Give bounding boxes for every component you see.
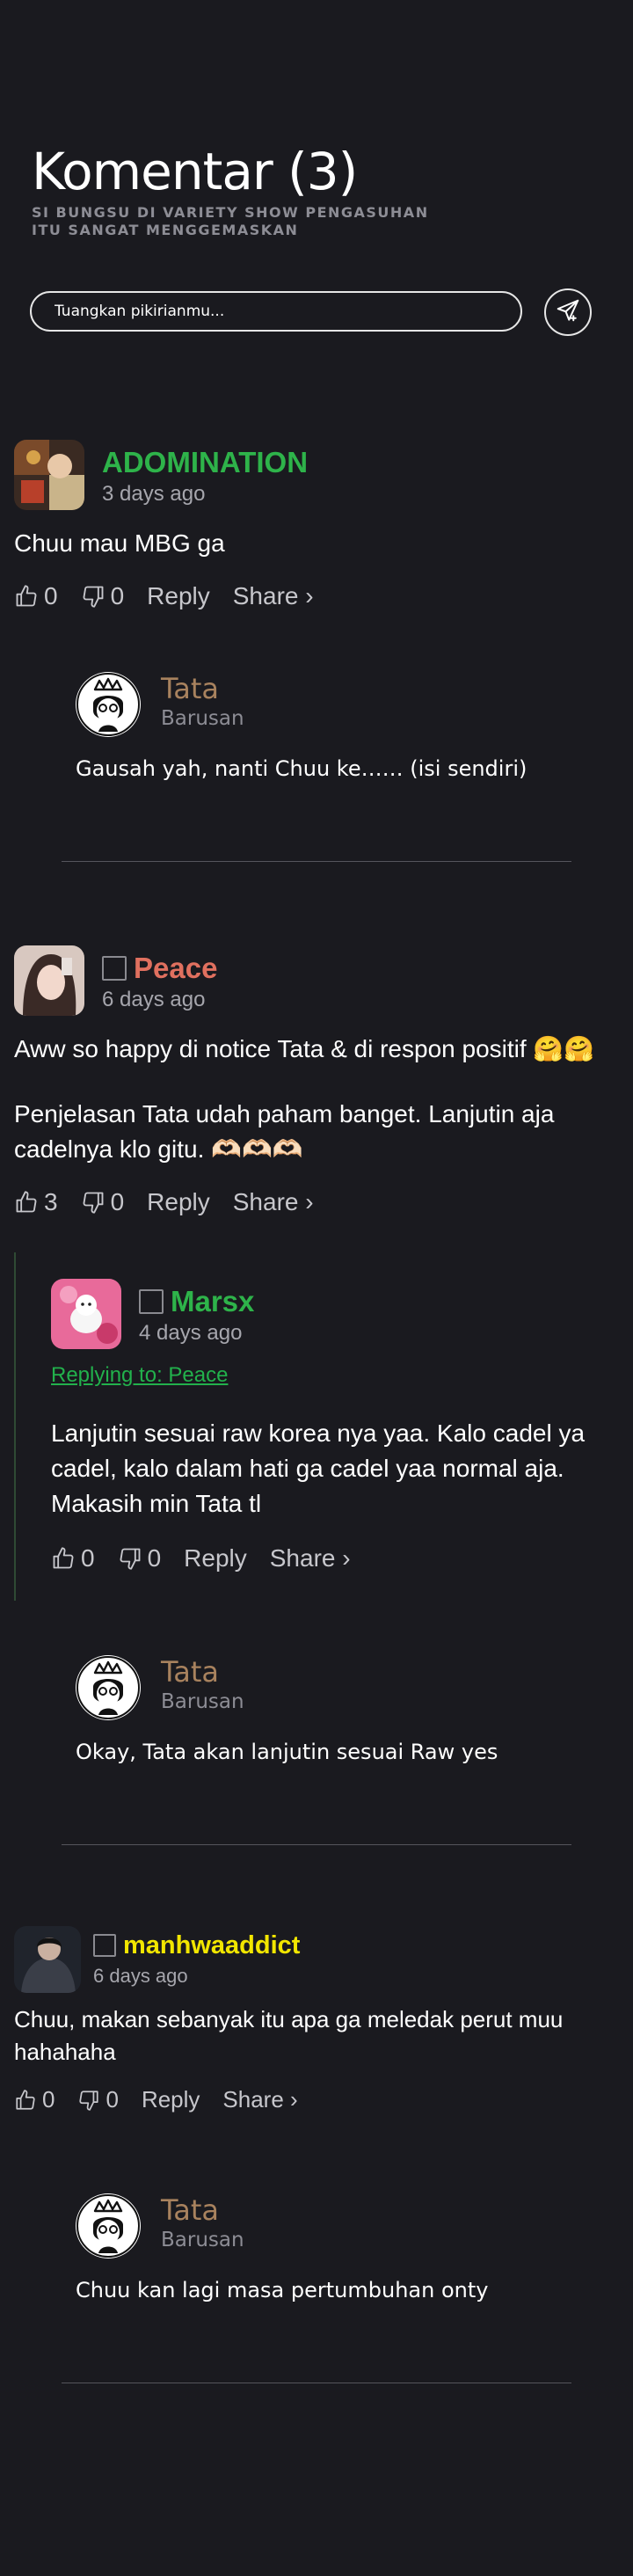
comment-header: Marsx 4 days ago — [139, 1284, 254, 1346]
admin-name: Tata — [161, 2193, 220, 2227]
admin-avatar — [76, 1655, 141, 1720]
admin-time: Barusan — [161, 707, 244, 730]
avatar[interactable] — [14, 945, 84, 1016]
admin-header: Tata Barusan — [161, 672, 244, 732]
comment-item: Peace 6 days ago Aww so happy di notice … — [14, 945, 633, 1244]
dislike-button[interactable]: 0 — [81, 582, 125, 610]
admin-reply: Tata Barusan Okay, Tata akan lanjutin se… — [76, 1655, 603, 1778]
like-count: 0 — [44, 582, 58, 609]
reply-button[interactable]: Reply — [147, 582, 210, 610]
comment-item: manhwaaddict 6 days ago Chuu, makan seba… — [14, 1926, 633, 2137]
thumbs-up-icon — [14, 2089, 37, 2112]
thumbs-up-icon — [14, 1190, 39, 1215]
admin-time: Barusan — [161, 1690, 244, 1713]
admin-header: Tata Barusan — [161, 2193, 244, 2253]
dislike-button[interactable]: 0 — [81, 1188, 125, 1216]
user-badge-checkbox — [102, 956, 127, 981]
comment-actions: 0 0 Reply Share › — [14, 582, 337, 610]
send-icon — [555, 297, 581, 328]
share-button[interactable]: Share › — [233, 1188, 314, 1216]
like-button[interactable]: 0 — [14, 582, 58, 610]
send-button[interactable] — [544, 288, 592, 336]
comments-page: Komentar (3) SI BUNGSU DI VARIETY SHOW P… — [0, 0, 633, 2576]
comment-time: 6 days ago — [102, 988, 206, 1011]
admin-avatar — [76, 2193, 141, 2259]
like-count: 3 — [44, 1188, 58, 1215]
admin-time: Barusan — [161, 2229, 244, 2251]
comment-text: Chuu, makan sebanyak itu apa ga meledak … — [14, 2006, 564, 2065]
replying-to-link[interactable]: Replying to: Peace — [51, 1363, 228, 1388]
thumbs-up-icon — [51, 1546, 76, 1571]
reply-button[interactable]: Reply — [147, 1188, 210, 1216]
share-button[interactable]: Share › — [222, 2086, 297, 2113]
comment-author[interactable]: Peace — [134, 951, 217, 986]
like-button[interactable]: 0 — [14, 2086, 55, 2113]
thumbs-down-icon — [118, 1546, 142, 1571]
admin-reply: Tata Barusan Chuu kan lagi masa pertumbu… — [76, 2193, 603, 2317]
thumbs-down-icon — [81, 584, 106, 609]
comment-header: manhwaaddict 6 days ago — [93, 1928, 300, 1988]
like-button[interactable]: 3 — [14, 1188, 58, 1216]
like-button[interactable]: 0 — [51, 1544, 95, 1573]
admin-reply: Tata Barusan Gausah yah, nanti Chuu ke……… — [76, 672, 603, 795]
dislike-count: 0 — [147, 1544, 162, 1572]
dislike-count: 0 — [110, 582, 125, 609]
share-button[interactable]: Share › — [233, 582, 314, 610]
page-subtitle: SI BUNGSU DI VARIETY SHOW PENGASUHAN ITU… — [32, 204, 429, 238]
comments-header: Komentar (3) SI BUNGSU DI VARIETY SHOW P… — [32, 141, 594, 239]
dislike-count: 0 — [110, 1188, 125, 1215]
thumbs-up-icon — [14, 584, 39, 609]
divider — [62, 1844, 571, 1845]
share-button[interactable]: Share › — [270, 1544, 351, 1573]
user-badge-checkbox — [139, 1289, 164, 1314]
comment-item: ADOMINATION 3 days ago Chuu mau MBG ga 0… — [14, 440, 633, 633]
comment-text: Chuu mau MBG ga — [14, 529, 225, 557]
divider — [62, 861, 571, 862]
comment-time: 6 days ago — [93, 1965, 188, 1987]
admin-reply-text: Chuu kan lagi masa pertumbuhan onty — [76, 2278, 489, 2302]
comment-input[interactable] — [30, 291, 522, 332]
comment-author[interactable]: Marsx — [171, 1284, 254, 1319]
thread-line — [14, 1252, 16, 1601]
page-title: Komentar (3) — [32, 142, 358, 201]
avatar[interactable] — [51, 1279, 121, 1349]
admin-reply-text: Gausah yah, nanti Chuu ke…… (isi sendiri… — [76, 756, 528, 781]
comment-actions: 3 0 Reply Share › — [14, 1188, 337, 1216]
comment-text: Lanjutin sesuai raw korea nya yaa. Kalo … — [51, 1419, 586, 1517]
comment-actions: 0 0 Reply Share › — [14, 2086, 321, 2113]
like-count: 0 — [42, 2086, 55, 2113]
dislike-button[interactable]: 0 — [77, 2086, 119, 2113]
comment-header: Peace 6 days ago — [102, 951, 217, 1012]
avatar[interactable] — [14, 1926, 81, 1993]
user-badge-checkbox — [93, 1934, 116, 1957]
comment-composer — [30, 288, 601, 336]
comment-time: 4 days ago — [139, 1321, 243, 1345]
admin-name: Tata — [161, 1655, 220, 1689]
admin-reply-text: Okay, Tata akan lanjutin sesuai Raw yes — [76, 1740, 498, 1764]
avatar[interactable] — [14, 440, 84, 510]
thumbs-down-icon — [77, 2089, 100, 2112]
thumbs-down-icon — [81, 1190, 106, 1215]
admin-header: Tata Barusan — [161, 1655, 244, 1715]
comment-text-2: Penjelasan Tata udah paham banget. Lanju… — [14, 1100, 555, 1163]
comment-author[interactable]: ADOMINATION — [102, 445, 308, 480]
comment-header: ADOMINATION 3 days ago — [102, 445, 308, 507]
dislike-button[interactable]: 0 — [118, 1544, 162, 1573]
comment-author[interactable]: manhwaaddict — [123, 1928, 300, 1963]
dislike-count: 0 — [106, 2086, 119, 2113]
reply-button[interactable]: Reply — [184, 1544, 247, 1573]
reply-button[interactable]: Reply — [142, 2086, 200, 2113]
like-count: 0 — [81, 1544, 95, 1572]
comment-actions: 0 0 Reply Share › — [51, 1544, 374, 1573]
nested-reply: Marsx 4 days ago Replying to: Peace Lanj… — [51, 1279, 633, 1595]
admin-name: Tata — [161, 672, 220, 705]
admin-avatar — [76, 672, 141, 737]
comment-time: 3 days ago — [102, 482, 206, 506]
comment-text: Aww so happy di notice Tata & di respon … — [14, 1035, 595, 1062]
